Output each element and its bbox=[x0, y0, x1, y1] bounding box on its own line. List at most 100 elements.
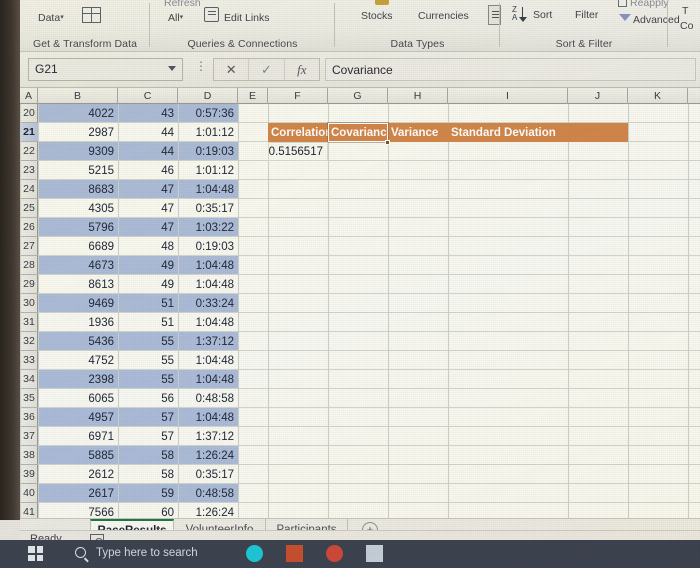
cell-C38[interactable]: 58 bbox=[118, 446, 178, 465]
stats-value-f22[interactable]: 0.5156517 bbox=[268, 142, 328, 161]
cell-D40[interactable]: 0:48:58 bbox=[178, 484, 238, 503]
cell-A30[interactable] bbox=[38, 294, 56, 313]
table-row[interactable]: 4673 49 1:04:48 bbox=[38, 256, 700, 275]
task-view-icon[interactable] bbox=[286, 545, 303, 562]
cell-A40[interactable] bbox=[38, 484, 56, 503]
cell-D36[interactable]: 1:04:48 bbox=[178, 408, 238, 427]
fill-handle[interactable] bbox=[385, 140, 390, 145]
edit-links-icon[interactable] bbox=[204, 7, 219, 22]
cell-A25[interactable] bbox=[38, 199, 56, 218]
row-header-35[interactable]: 35 bbox=[20, 389, 38, 408]
row-header-27[interactable]: 27 bbox=[20, 237, 38, 256]
row-header-31[interactable]: 31 bbox=[20, 313, 38, 332]
table-row[interactable]: 4957 57 1:04:48 bbox=[38, 408, 700, 427]
cell-A23[interactable] bbox=[38, 161, 56, 180]
data-button[interactable]: Data▾ bbox=[38, 12, 64, 24]
stats-header-f21[interactable]: Correlation bbox=[268, 123, 328, 142]
row-header-26[interactable]: 26 bbox=[20, 218, 38, 237]
formula-bar-expand-handle[interactable]: ⋮ bbox=[195, 60, 207, 72]
table-row[interactable]: 9469 51 0:33:24 bbox=[38, 294, 700, 313]
cell-C30[interactable]: 51 bbox=[118, 294, 178, 313]
formula-input[interactable]: Covariance bbox=[325, 58, 696, 81]
cell-A34[interactable] bbox=[38, 370, 56, 389]
table-row[interactable]: 6689 48 0:19:03 bbox=[38, 237, 700, 256]
column-header-a[interactable]: A bbox=[20, 88, 38, 104]
clipped-tool-2[interactable]: Co bbox=[680, 20, 693, 32]
table-row[interactable]: 4022 43 0:57:36 bbox=[38, 104, 700, 123]
currencies-button[interactable]: Currencies bbox=[418, 10, 469, 22]
row-header-21[interactable]: 21 bbox=[20, 123, 38, 142]
cell-D21[interactable]: 1:01:12 bbox=[178, 123, 238, 142]
clipped-tool-1[interactable]: T bbox=[682, 5, 688, 17]
cortana-icon[interactable] bbox=[246, 545, 263, 562]
column-header-h[interactable]: H bbox=[388, 88, 448, 104]
row-header-39[interactable]: 39 bbox=[20, 465, 38, 484]
cell-C22[interactable]: 44 bbox=[118, 142, 178, 161]
cell-A32[interactable] bbox=[38, 332, 56, 351]
table-row[interactable]: 2612 58 0:35:17 bbox=[38, 465, 700, 484]
cell-C21[interactable]: 44 bbox=[118, 123, 178, 142]
row-header-38[interactable]: 38 bbox=[20, 446, 38, 465]
cell-D27[interactable]: 0:19:03 bbox=[178, 237, 238, 256]
chevron-down-icon[interactable] bbox=[168, 66, 176, 71]
cell-C26[interactable]: 47 bbox=[118, 218, 178, 237]
table-row[interactable]: 4305 47 0:35:17 bbox=[38, 199, 700, 218]
cell-D33[interactable]: 1:04:48 bbox=[178, 351, 238, 370]
table-row[interactable]: 5215 46 1:01:12 bbox=[38, 161, 700, 180]
cell-A27[interactable] bbox=[38, 237, 56, 256]
column-header-g[interactable]: G bbox=[328, 88, 388, 104]
cell-A39[interactable] bbox=[38, 465, 56, 484]
cell-A24[interactable] bbox=[38, 180, 56, 199]
row-header-32[interactable]: 32 bbox=[20, 332, 38, 351]
cell-D23[interactable]: 1:01:12 bbox=[178, 161, 238, 180]
sort-button[interactable]: Sort bbox=[533, 9, 552, 21]
cell-A36[interactable] bbox=[38, 408, 56, 427]
cell-C28[interactable]: 49 bbox=[118, 256, 178, 275]
chevron-down-icon[interactable]: ▾ bbox=[60, 14, 64, 21]
column-header-e[interactable]: E bbox=[238, 88, 268, 104]
cell-D26[interactable]: 1:03:22 bbox=[178, 218, 238, 237]
cell-D34[interactable]: 1:04:48 bbox=[178, 370, 238, 389]
table-row[interactable]: 5436 55 1:37:12 bbox=[38, 332, 700, 351]
cell-C37[interactable]: 57 bbox=[118, 427, 178, 446]
table-row[interactable]: 5885 58 1:26:24 bbox=[38, 446, 700, 465]
row-header-23[interactable]: 23 bbox=[20, 161, 38, 180]
table-row[interactable]: 8683 47 1:04:48 bbox=[38, 180, 700, 199]
column-header-i[interactable]: I bbox=[448, 88, 568, 104]
cell-A33[interactable] bbox=[38, 351, 56, 370]
cell-C27[interactable]: 48 bbox=[118, 237, 178, 256]
refresh-all-label[interactable]: Refresh bbox=[164, 0, 201, 9]
cell-A31[interactable] bbox=[38, 313, 56, 332]
cell-C39[interactable]: 58 bbox=[118, 465, 178, 484]
row-header-37[interactable]: 37 bbox=[20, 427, 38, 446]
row-header-22[interactable]: 22 bbox=[20, 142, 38, 161]
reapply-icon[interactable] bbox=[618, 0, 627, 7]
row-header-30[interactable]: 30 bbox=[20, 294, 38, 313]
stocks-button[interactable]: Stocks bbox=[361, 10, 393, 22]
column-header-c[interactable]: C bbox=[118, 88, 178, 104]
table-row[interactable]: 2398 55 1:04:48 bbox=[38, 370, 700, 389]
cell-D24[interactable]: 1:04:48 bbox=[178, 180, 238, 199]
table-icon[interactable] bbox=[82, 7, 101, 23]
cell-C34[interactable]: 55 bbox=[118, 370, 178, 389]
cell-A38[interactable] bbox=[38, 446, 56, 465]
cell-D38[interactable]: 1:26:24 bbox=[178, 446, 238, 465]
cell-A22[interactable] bbox=[38, 142, 56, 161]
cell-D32[interactable]: 1:37:12 bbox=[178, 332, 238, 351]
refresh-all-button[interactable]: All▾ bbox=[168, 12, 183, 24]
row-header-20[interactable]: 20 bbox=[20, 104, 38, 123]
cell-A35[interactable] bbox=[38, 389, 56, 408]
row-header-25[interactable]: 25 bbox=[20, 199, 38, 218]
cell-D22[interactable]: 0:19:03 bbox=[178, 142, 238, 161]
cell-A37[interactable] bbox=[38, 427, 56, 446]
cell-C31[interactable]: 51 bbox=[118, 313, 178, 332]
table-row[interactable]: 6065 56 0:48:58 bbox=[38, 389, 700, 408]
file-explorer-icon[interactable] bbox=[366, 545, 383, 562]
stats-header-g21[interactable]: Covariance bbox=[328, 123, 388, 142]
spreadsheet-grid[interactable]: ABCDEFGHIJK 20 21 22 23 24 25 26 27 28 29 30 31 32 33… bbox=[20, 88, 700, 520]
cell-D25[interactable]: 0:35:17 bbox=[178, 199, 238, 218]
cell-C25[interactable]: 47 bbox=[118, 199, 178, 218]
cell-A26[interactable] bbox=[38, 218, 56, 237]
cell-C35[interactable]: 56 bbox=[118, 389, 178, 408]
row-header-29[interactable]: 29 bbox=[20, 275, 38, 294]
